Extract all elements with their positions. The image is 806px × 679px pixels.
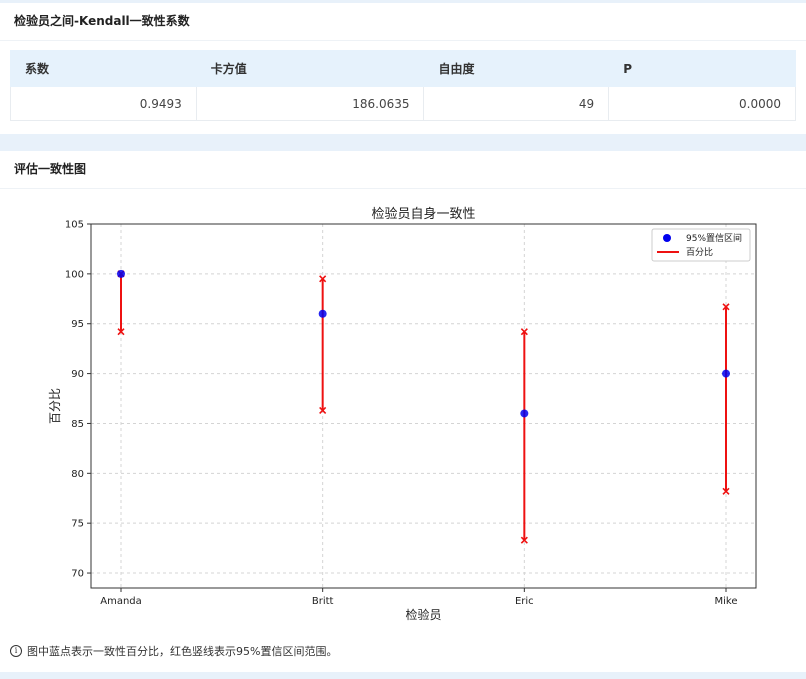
cell-coefficient: 0.9493 <box>10 86 197 121</box>
percent-point <box>520 409 529 418</box>
kendall-card: 检验员之间-Kendall一致性系数 系数 卡方值 自由度 P 0.9493 1… <box>0 3 806 134</box>
agreement-chart: 70 75 80 85 90 95 100 105 Amanda Britt Eric Mike 检验… <box>48 206 757 622</box>
y-tick-label: 105 <box>65 220 84 231</box>
y-tick-label: 70 <box>71 569 84 580</box>
header-coefficient: 系数 <box>10 50 197 87</box>
header-df: 自由度 <box>423 50 610 87</box>
header-chi-square: 卡方值 <box>195 50 425 87</box>
x-tick-label: Amanda <box>100 596 142 607</box>
y-tick-label: 80 <box>71 469 84 480</box>
chart-legend: 95%置信区间 百分比 <box>651 228 751 262</box>
axis-layer: 70 75 80 85 90 95 100 105 Amanda Britt Eric Mike <box>65 220 738 608</box>
percent-point <box>722 369 730 378</box>
legend-label-percent: 百分比 <box>686 246 713 258</box>
info-icon: i <box>10 645 22 657</box>
x-axis-label: 检验员 <box>405 607 441 622</box>
x-tick-label: Mike <box>715 596 738 607</box>
y-tick-label: 100 <box>65 269 84 280</box>
cell-df: 49 <box>423 86 610 121</box>
y-tick-label: 85 <box>71 419 84 430</box>
grid-layer <box>91 223 756 588</box>
legend-label-interval: 95%置信区间 <box>686 232 742 244</box>
chart-note: i 图中蓝点表示一致性百分比，红色竖线表示95%置信区间范围。 <box>10 643 337 659</box>
chart-title: 检验员自身一致性 <box>371 206 475 222</box>
chart-note-text: 图中蓝点表示一致性百分比，红色竖线表示95%置信区间范围。 <box>27 645 338 658</box>
y-tick-label: 90 <box>71 369 84 380</box>
table-row: 0.9493 186.0635 49 0.0000 <box>10 86 796 121</box>
legend-point-icon <box>663 234 671 242</box>
cell-p: 0.0000 <box>608 86 796 121</box>
plot-frame <box>90 223 757 589</box>
percent-point <box>318 309 327 318</box>
kendall-table: 系数 卡方值 自由度 P 0.9493 186.0635 49 0.0000 <box>10 50 796 121</box>
cell-chi-square: 186.0635 <box>195 86 425 121</box>
y-tick-label: 95 <box>71 319 84 330</box>
x-tick-label: Britt <box>312 596 334 607</box>
assessment-title: 评估一致性图 <box>0 151 806 189</box>
mark-layer <box>117 269 730 544</box>
x-tick-label: Eric <box>515 596 534 607</box>
kendall-title: 检验员之间-Kendall一致性系数 <box>0 3 806 41</box>
y-axis-label: 百分比 <box>48 388 62 424</box>
y-tick-label: 75 <box>71 519 84 530</box>
header-p: P <box>608 50 796 87</box>
percent-point <box>117 269 125 278</box>
table-header-row: 系数 卡方值 自由度 P <box>10 50 796 87</box>
